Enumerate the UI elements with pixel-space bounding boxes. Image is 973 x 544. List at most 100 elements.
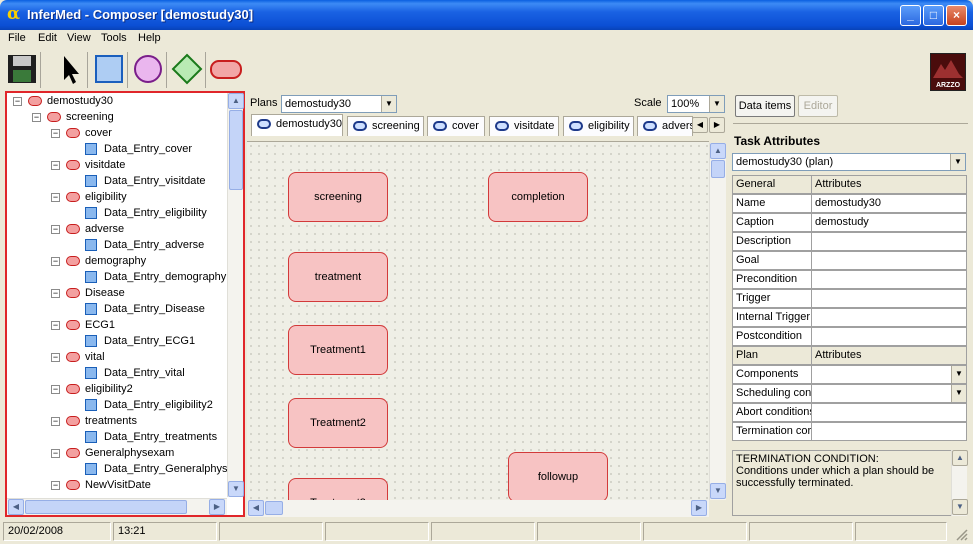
- tab-adverse[interactable]: advers: [637, 116, 693, 136]
- tab-scroll-right-icon[interactable]: ▶: [709, 117, 725, 133]
- scroll-left-icon[interactable]: ◀: [8, 499, 24, 515]
- tree-label: Data_Entry_treatments: [104, 431, 218, 443]
- attribute-value[interactable]: [811, 422, 967, 441]
- tab-demostudy30[interactable]: demostudy30: [251, 114, 343, 136]
- close-button[interactable]: ×: [946, 5, 967, 26]
- collapse-icon[interactable]: −: [51, 417, 60, 426]
- menu-edit[interactable]: Edit: [38, 32, 57, 44]
- canvas-node-completion[interactable]: completion: [488, 172, 588, 222]
- collapse-icon[interactable]: −: [51, 129, 60, 138]
- plan-tool-button[interactable]: [209, 52, 245, 88]
- resize-grip-icon[interactable]: [955, 528, 969, 542]
- tree-label: Data_Entry_Generalphyse: [104, 463, 228, 475]
- editor-button[interactable]: Editor: [798, 95, 838, 117]
- attribute-value[interactable]: [811, 232, 967, 251]
- scroll-thumb[interactable]: [229, 110, 243, 190]
- scroll-right-icon[interactable]: ▶: [209, 499, 225, 515]
- scroll-thumb[interactable]: [265, 501, 283, 515]
- plans-select[interactable]: demostudy30 ▼: [281, 95, 397, 113]
- scroll-up-icon[interactable]: ▲: [710, 143, 726, 159]
- scroll-thumb[interactable]: [25, 500, 187, 514]
- canvas-node-followup[interactable]: followup: [508, 452, 608, 500]
- pointer-tool-button[interactable]: [52, 52, 88, 88]
- canvas-horizontal-scrollbar[interactable]: ◀ ▶: [247, 500, 709, 517]
- chevron-down-icon[interactable]: ▼: [381, 96, 396, 112]
- attribute-value[interactable]: [811, 384, 967, 403]
- collapse-icon[interactable]: −: [51, 321, 60, 330]
- attribute-value[interactable]: [811, 327, 967, 346]
- tab-visitdate[interactable]: visitdate: [489, 116, 559, 136]
- collapse-icon[interactable]: −: [51, 257, 60, 266]
- data-entry-node-icon: [85, 367, 97, 379]
- attribute-row: Goal: [732, 251, 967, 270]
- scroll-thumb[interactable]: [711, 160, 725, 178]
- collapse-icon[interactable]: −: [51, 481, 60, 490]
- attribute-value[interactable]: [811, 289, 967, 308]
- attribute-value[interactable]: [811, 251, 967, 270]
- collapse-icon[interactable]: −: [51, 353, 60, 362]
- maximize-button[interactable]: □: [923, 5, 944, 26]
- canvas-vertical-scrollbar[interactable]: ▲ ▼: [709, 143, 726, 500]
- description-title: TERMINATION CONDITION:: [736, 453, 879, 465]
- scroll-up-icon[interactable]: ▲: [952, 450, 968, 466]
- decision-tool-button[interactable]: [170, 52, 206, 88]
- collapse-icon[interactable]: −: [51, 225, 60, 234]
- data-items-button[interactable]: Data items: [735, 95, 795, 117]
- scroll-down-icon[interactable]: ▼: [710, 483, 726, 499]
- tab-label: cover: [452, 120, 479, 132]
- scroll-left-icon[interactable]: ◀: [248, 500, 264, 516]
- chevron-down-icon[interactable]: ▼: [951, 385, 966, 402]
- status-panel: [749, 522, 853, 541]
- scroll-up-icon[interactable]: ▲: [228, 93, 244, 109]
- collapse-icon[interactable]: −: [13, 97, 22, 106]
- tab-cover[interactable]: cover: [427, 116, 485, 136]
- action-tool-button[interactable]: [92, 52, 128, 88]
- menu-file[interactable]: File: [8, 32, 26, 44]
- collapse-icon[interactable]: −: [51, 289, 60, 298]
- attribute-row: Abort conditions: [732, 403, 967, 422]
- canvas-node-treatment3[interactable]: Treatment3: [288, 478, 388, 500]
- chevron-down-icon[interactable]: ▼: [951, 366, 966, 383]
- tab-eligibility[interactable]: eligibility: [563, 116, 634, 136]
- scroll-down-icon[interactable]: ▼: [952, 499, 968, 515]
- scale-select[interactable]: 100% ▼: [667, 95, 725, 113]
- scroll-right-icon[interactable]: ▶: [691, 500, 707, 516]
- canvas-node-treatment[interactable]: treatment: [288, 252, 388, 302]
- chevron-down-icon[interactable]: ▼: [950, 154, 965, 170]
- tree-vertical-scrollbar[interactable]: ▲ ▼: [227, 93, 244, 497]
- tab-scroll-left-icon[interactable]: ◀: [692, 117, 708, 133]
- collapse-icon[interactable]: −: [51, 449, 60, 458]
- tree-label: cover: [85, 127, 112, 139]
- attribute-value[interactable]: [811, 308, 967, 327]
- tab-screening[interactable]: screening: [347, 116, 424, 136]
- task-select[interactable]: demostudy30 (plan) ▼: [732, 153, 966, 171]
- tree-label: vital: [85, 351, 105, 363]
- menu-tools[interactable]: Tools: [101, 32, 127, 44]
- canvas-node-screening[interactable]: screening: [288, 172, 388, 222]
- plan-header-row: Plan Attributes: [732, 346, 967, 365]
- attribute-value[interactable]: demostudy30: [811, 194, 967, 213]
- canvas-node-treatment1[interactable]: Treatment1: [288, 325, 388, 375]
- menu-view[interactable]: View: [67, 32, 91, 44]
- attribute-value[interactable]: [811, 365, 967, 384]
- collapse-icon[interactable]: −: [32, 113, 41, 122]
- attribute-value[interactable]: [811, 270, 967, 289]
- enquiry-tool-button[interactable]: [131, 52, 167, 88]
- collapse-icon[interactable]: −: [51, 385, 60, 394]
- chevron-down-icon[interactable]: ▼: [709, 96, 724, 112]
- plan-canvas[interactable]: screening completion treatment Treatment…: [247, 141, 709, 500]
- save-button[interactable]: [5, 52, 41, 88]
- data-entry-node-icon: [85, 463, 97, 475]
- plan-node-icon: [28, 96, 42, 106]
- attribute-value[interactable]: demostudy: [811, 213, 967, 232]
- tree-horizontal-scrollbar[interactable]: ◀ ▶: [7, 498, 227, 515]
- menu-help[interactable]: Help: [138, 32, 161, 44]
- description-scrollbar[interactable]: ▲ ▼: [951, 450, 968, 516]
- collapse-icon[interactable]: −: [51, 193, 60, 202]
- collapse-icon[interactable]: −: [51, 161, 60, 170]
- attribute-value[interactable]: [811, 403, 967, 422]
- attribute-row: Scheduling con ▼: [732, 384, 967, 403]
- scroll-down-icon[interactable]: ▼: [228, 481, 244, 497]
- minimize-button[interactable]: _: [900, 5, 921, 26]
- canvas-node-treatment2[interactable]: Treatment2: [288, 398, 388, 448]
